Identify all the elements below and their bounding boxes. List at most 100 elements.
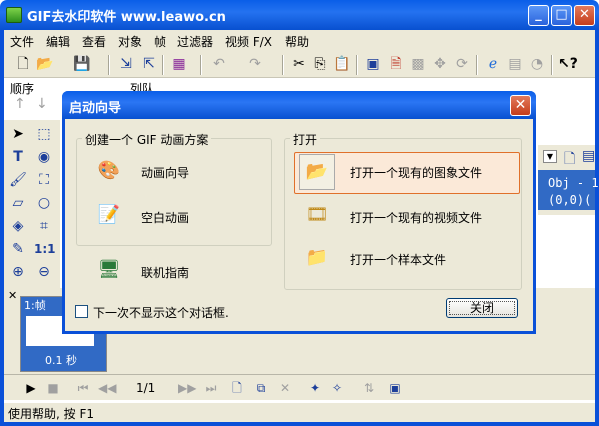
object-name: Obj - 1 [548, 176, 599, 190]
menu-edit[interactable]: 编辑 [46, 33, 70, 50]
play-tool-icon[interactable]: ◉ [34, 147, 54, 167]
duplicate-frame-icon[interactable]: ⧉ [252, 380, 270, 396]
next-frame-icon[interactable]: ▶▶ [178, 380, 196, 396]
menu-video-fx[interactable]: 视频 F/X [225, 33, 272, 50]
transition-icon[interactable]: ✦ [306, 380, 324, 396]
blank-animation-link[interactable]: 空白动画 [141, 209, 189, 226]
zoom-in-icon[interactable]: ⊕ [8, 262, 28, 282]
maximize-button[interactable]: □ [551, 5, 572, 26]
open-video-icon[interactable]: 🎞 [304, 202, 330, 228]
object-props-icon[interactable]: ▤ [582, 148, 595, 164]
open-video-link[interactable]: 打开一个现有的视频文件 [350, 209, 482, 226]
online-guide-link[interactable]: 联机指南 [141, 264, 189, 281]
create-group-box [76, 138, 272, 246]
new-icon[interactable]: 🗋 [14, 55, 32, 73]
menu-frame[interactable]: 帧 [154, 33, 166, 50]
frame-properties-icon[interactable]: ▣ [386, 380, 404, 396]
frame-counter: 1/1 [136, 381, 156, 395]
dialog-close-button[interactable]: ✕ [510, 95, 531, 116]
move-down-icon[interactable]: ↓ [36, 96, 48, 112]
toolbar-separator [282, 55, 284, 75]
menu-filter[interactable]: 过滤器 [177, 33, 213, 50]
delete-frame-icon[interactable]: ✕ [276, 380, 294, 396]
export-icon[interactable]: ⇱ [140, 55, 158, 73]
open-image-link[interactable]: 打开一个现有的图象文件 [350, 164, 482, 181]
divider [4, 374, 595, 375]
browser-icon[interactable]: ℯ [484, 55, 502, 73]
text-effect-icon[interactable]: ✧ [328, 380, 346, 396]
animation-wizard-icon[interactable]: 🎨 [96, 158, 122, 184]
crop-icon[interactable]: ▩ [409, 55, 427, 73]
eraser-icon[interactable]: ▱ [8, 193, 28, 213]
sort-icon[interactable]: ⇅ [360, 380, 378, 396]
zoom-out-icon[interactable]: ⊖ [34, 262, 54, 282]
dont-show-label: 下一次不显示这个对话框. [93, 306, 229, 320]
redo-icon[interactable]: ↷ [246, 55, 264, 73]
text-tool-icon[interactable]: T [8, 147, 28, 167]
import-icon[interactable]: ⇲ [117, 55, 135, 73]
app-icon[interactable] [6, 7, 22, 23]
toolbar-separator [551, 55, 553, 75]
button-focus-ring [449, 301, 515, 315]
close-button[interactable]: ✕ [574, 5, 595, 26]
play-icon[interactable]: ▶ [22, 380, 40, 396]
rotate-icon[interactable]: ⟳ [453, 55, 471, 73]
open-sample-link[interactable]: 打开一个样本文件 [350, 251, 446, 268]
preview-icon[interactable]: ◔ [528, 55, 546, 73]
stop-icon[interactable]: ■ [44, 380, 62, 396]
pointer-icon[interactable]: ➤ [8, 124, 28, 144]
actual-size-icon[interactable]: 1:1 [34, 239, 56, 259]
optimize-icon[interactable]: ▤ [506, 55, 524, 73]
online-guide-icon[interactable]: 🖥 [96, 257, 122, 283]
dropdown-icon[interactable]: ▼ [543, 150, 557, 163]
order-label: 顺序 [10, 82, 35, 96]
toolbar-separator [162, 55, 164, 75]
menu-view[interactable]: 查看 [82, 33, 106, 50]
minimize-button[interactable]: _ [528, 5, 549, 26]
resize-icon[interactable]: ✥ [431, 55, 449, 73]
brush-icon[interactable]: 🖌 [8, 170, 28, 190]
window-title: GIF去水印软件 www.leawo.cn [27, 10, 226, 25]
window-border-bottom [0, 422, 599, 426]
undo-icon[interactable]: ↶ [210, 55, 228, 73]
toolbar-separator [108, 55, 110, 75]
help-icon[interactable]: ↖? [558, 55, 578, 73]
palette-icon[interactable]: ▦ [170, 55, 188, 73]
create-group-label: 创建一个 GIF 动画方案 [82, 131, 212, 148]
move-up-icon[interactable]: ↑ [14, 96, 26, 112]
cut-icon[interactable]: ✂ [290, 55, 308, 73]
lasso-icon[interactable]: ○ [34, 193, 54, 213]
open-image-icon[interactable]: 📂 [304, 159, 330, 185]
dont-show-checkbox[interactable] [75, 305, 88, 318]
object-position: (0,0)( [548, 193, 592, 207]
copy-icon[interactable]: ⎘ [311, 55, 329, 73]
open-group-label: 打开 [290, 131, 321, 148]
animation-wizard-link[interactable]: 动画向导 [141, 164, 189, 181]
first-frame-icon[interactable]: ⏮ [74, 380, 92, 396]
blank-animation-icon[interactable]: 📝 [96, 202, 122, 228]
object-new-icon[interactable]: 🗋 [564, 148, 575, 172]
fill-icon[interactable]: ◈ [8, 216, 28, 236]
lasso-select-icon[interactable]: ⛶ [34, 170, 54, 190]
paste-icon[interactable]: 📋 [333, 55, 351, 73]
open-sample-icon[interactable]: 📁 [304, 245, 330, 271]
menu-object[interactable]: 对象 [118, 33, 142, 50]
dialog-title: 启动向导 [69, 101, 122, 116]
frames-close-icon[interactable]: ✕ [8, 289, 17, 302]
save-icon[interactable]: 💾 [73, 55, 91, 73]
document-icon[interactable]: 🗎 [387, 55, 405, 73]
playback-bar [4, 376, 595, 400]
dialog-title-bar[interactable] [62, 91, 536, 119]
add-frame-icon[interactable]: 🗋 [228, 380, 246, 396]
layout-icon[interactable]: ▣ [364, 55, 382, 73]
menu-help[interactable]: 帮助 [285, 33, 309, 50]
prev-frame-icon[interactable]: ◀◀ [98, 380, 116, 396]
toolbar-separator [200, 55, 202, 75]
crop-tool-icon[interactable]: ⌗ [34, 216, 54, 236]
select-icon[interactable]: ⬚ [34, 124, 54, 144]
menu-file[interactable]: 文件 [10, 33, 34, 50]
eyedropper-icon[interactable]: ✎ [8, 239, 28, 259]
frame-duration: 0.1 秒 [45, 354, 77, 367]
open-icon[interactable]: 📂 [36, 55, 54, 73]
last-frame-icon[interactable]: ⏭ [202, 380, 220, 396]
